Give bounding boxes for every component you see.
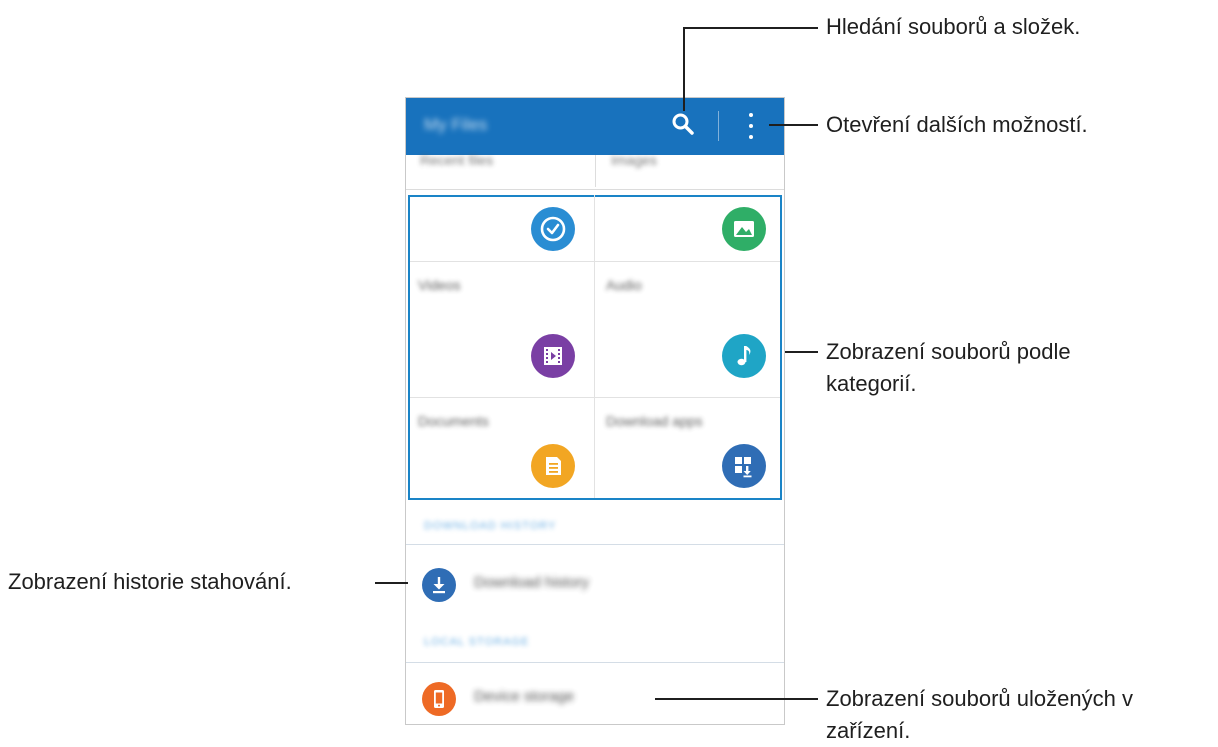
app-download-icon[interactable]	[722, 444, 766, 488]
category-label-audio: Audio	[606, 277, 642, 293]
callout-line-search	[683, 27, 818, 29]
category-label-download-apps: Download apps	[606, 413, 703, 429]
tab-bar: Recent files Images	[406, 152, 784, 190]
clock-check-icon[interactable]	[531, 207, 575, 251]
section-header-local-storage: LOCAL STORAGE	[424, 636, 530, 648]
annotation-categories-2: kategorií.	[826, 371, 917, 396]
category-label-videos: Videos	[418, 277, 461, 293]
section-header-download-history: DOWNLOAD HISTORY	[424, 520, 557, 532]
section-divider	[406, 662, 784, 663]
section-divider	[406, 544, 784, 545]
category-row-divider	[410, 397, 780, 398]
annotation-search: Hledání souborů a složek.	[826, 14, 1081, 39]
download-icon	[422, 568, 456, 602]
callout-line-more	[769, 124, 818, 126]
callout-line-storage	[655, 698, 818, 700]
music-note-icon[interactable]	[722, 334, 766, 378]
annotation-categories: Zobrazení souborů podle	[826, 339, 1071, 364]
document-icon[interactable]	[531, 444, 575, 488]
phone-icon	[422, 682, 456, 716]
annotation-download-history: Zobrazení historie stahování.	[8, 569, 292, 594]
annotation-device-storage-2: zařízení.	[826, 718, 911, 743]
tab-divider	[595, 155, 596, 187]
more-options-icon[interactable]	[743, 111, 759, 143]
annotation-more-options: Otevření dalších možností.	[826, 112, 1088, 137]
app-title: My Files	[424, 115, 488, 134]
search-icon[interactable]	[668, 109, 698, 139]
video-icon[interactable]	[531, 334, 575, 378]
tab-images[interactable]: Images	[611, 151, 657, 185]
category-label-documents: Documents	[418, 413, 489, 429]
category-grid-divider	[594, 195, 595, 498]
tab-recent-files[interactable]: Recent files	[420, 151, 493, 185]
callout-line-categories	[785, 351, 818, 353]
annotation-device-storage: Zobrazení souborů uložených v	[826, 686, 1133, 711]
category-row-divider	[410, 261, 780, 262]
device-storage-label: Device storage	[474, 688, 575, 705]
callout-line-history	[375, 582, 408, 584]
download-history-label: Download history	[474, 574, 590, 591]
appbar-separator	[718, 111, 719, 141]
callout-line-search	[683, 27, 685, 111]
phone-screen: My Files Recent files Images Videos Audi…	[405, 97, 785, 725]
app-bar: My Files	[406, 98, 784, 155]
download-history-item[interactable]: Download history	[406, 556, 784, 612]
image-icon[interactable]	[722, 207, 766, 251]
